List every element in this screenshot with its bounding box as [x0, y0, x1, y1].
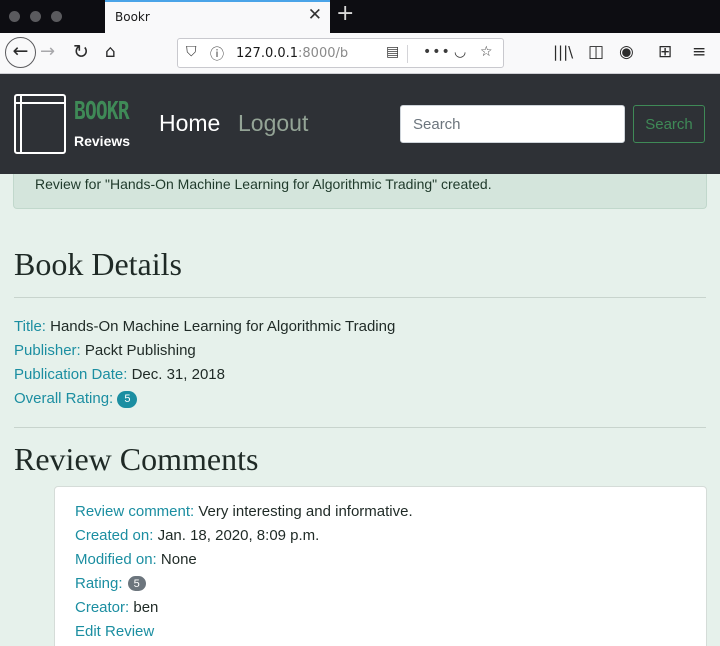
review-comment-line: Review comment: Very interesting and inf… — [75, 503, 413, 520]
url-bar[interactable]: ⛉ ⓘ 127.0.0.1:8000/bo ▤ ••• ◡ ☆ — [177, 38, 504, 68]
review-comments-heading: Review Comments — [14, 441, 259, 477]
created-on-label: Created on: — [75, 527, 154, 544]
book-logo-icon[interactable] — [14, 94, 66, 154]
publication-date-label: Publication Date: — [14, 366, 128, 383]
window-maximize-dot[interactable] — [51, 11, 62, 22]
review-card: Review comment: Very interesting and inf… — [54, 486, 707, 646]
rating-line: Rating: 5 — [75, 575, 147, 592]
rating-label: Rating: — [75, 575, 123, 592]
sidebar-icon[interactable]: ◫ — [588, 41, 604, 63]
created-on-line: Created on: Jan. 18, 2020, 8:09 p.m. — [75, 527, 319, 544]
account-icon[interactable]: ◉ — [619, 41, 634, 63]
url-path: :8000/bo — [298, 46, 348, 61]
back-arrow-icon[interactable]: ← — [5, 37, 36, 68]
edit-review-link[interactable]: Edit Review — [75, 623, 154, 640]
search-input[interactable] — [400, 105, 625, 143]
reader-view-icon[interactable]: ▤ — [386, 44, 399, 60]
overall-rating-label: Overall Rating: — [14, 390, 114, 407]
pocket-icon[interactable]: ◡ — [454, 44, 466, 60]
browser-toolbar: ← → ↻ ⌂ ⛉ ⓘ 127.0.0.1:8000/bo ▤ ••• ◡ ☆ … — [0, 33, 720, 74]
modified-on-label: Modified on: — [75, 551, 157, 568]
title-label: Title: — [14, 318, 46, 335]
detail-title: Title: Hands-On Machine Learning for Alg… — [14, 318, 395, 335]
review-comment-value: Very interesting and informative. — [198, 503, 413, 520]
gift-icon[interactable]: ⊞ — [658, 41, 672, 63]
detail-publisher: Publisher: Packt Publishing — [14, 342, 196, 359]
nav-logout-link[interactable]: Logout — [238, 110, 308, 137]
bookmark-star-icon[interactable]: ☆ — [480, 44, 493, 60]
review-comment-label: Review comment: — [75, 503, 195, 520]
info-icon[interactable]: ⓘ — [210, 44, 224, 64]
publisher-value: Packt Publishing — [84, 342, 196, 359]
tracking-shield-icon[interactable]: ⛉ — [186, 44, 197, 60]
tab-title: Bookr — [115, 10, 150, 24]
site-header: BOOKR Reviews Home Logout Search — [0, 74, 720, 174]
tab-close-icon[interactable]: ✕ — [308, 5, 322, 25]
brand-logo[interactable]: BOOKR — [74, 96, 130, 125]
overall-rating-badge: 5 — [117, 391, 138, 408]
modified-on-value: None — [160, 551, 197, 568]
browser-tab-active[interactable]: Bookr ✕ — [105, 0, 330, 33]
browser-tab-bar: Bookr ✕ + — [0, 0, 720, 33]
page-actions-icon[interactable]: ••• — [423, 44, 451, 60]
new-tab-icon[interactable]: + — [336, 1, 354, 26]
success-alert: Review for "Hands-On Machine Learning fo… — [13, 174, 707, 209]
nav-home-link[interactable]: Home — [159, 110, 220, 137]
modified-on-line: Modified on: None — [75, 551, 197, 568]
menu-icon[interactable]: ≡ — [692, 41, 706, 63]
brand-subtitle: Reviews — [74, 133, 131, 149]
title-value: Hands-On Machine Learning for Algorithmi… — [50, 318, 396, 335]
edit-review-line: Edit Review — [75, 623, 154, 640]
creator-line: Creator: ben — [75, 599, 158, 616]
divider — [14, 297, 706, 298]
book-details-heading: Book Details — [14, 246, 182, 282]
detail-publication-date: Publication Date: Dec. 31, 2018 — [14, 366, 225, 383]
url-text[interactable]: 127.0.0.1:8000/bo — [236, 46, 348, 61]
rating-badge: 5 — [126, 575, 147, 592]
library-icon[interactable]: |||\ — [553, 41, 573, 63]
window-close-dot[interactable] — [9, 11, 20, 22]
detail-overall-rating: Overall Rating: 5 — [14, 390, 138, 408]
created-on-value: Jan. 18, 2020, 8:09 p.m. — [157, 527, 320, 544]
forward-arrow-icon[interactable]: → — [40, 41, 55, 63]
divider — [14, 427, 706, 428]
url-host: 127.0.0.1 — [236, 46, 299, 61]
reload-icon[interactable]: ↻ — [73, 41, 89, 63]
creator-label: Creator: — [75, 599, 130, 616]
urlbar-separator — [407, 45, 408, 63]
publisher-label: Publisher: — [14, 342, 81, 359]
window-minimize-dot[interactable] — [30, 11, 41, 22]
home-icon[interactable]: ⌂ — [105, 41, 116, 63]
publication-date-value: Dec. 31, 2018 — [131, 366, 225, 383]
creator-value: ben — [133, 599, 159, 616]
search-button[interactable]: Search — [633, 105, 705, 143]
